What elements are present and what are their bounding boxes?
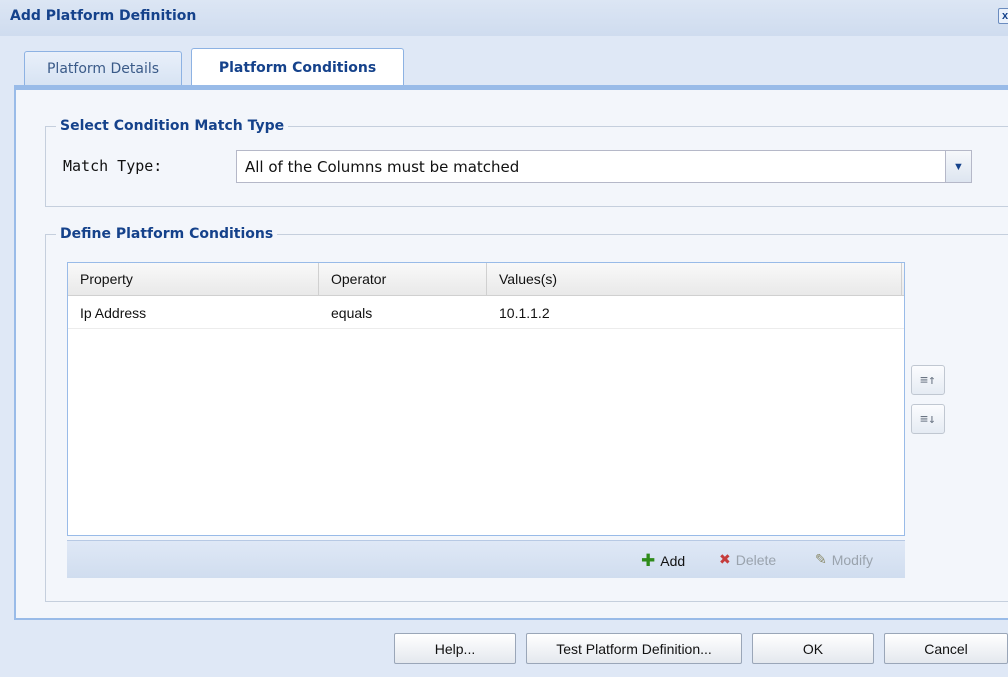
match-type-select[interactable]: All of the Columns must be matched ▼	[236, 150, 972, 183]
table-row[interactable]: Ip Address equals 10.1.1.2	[68, 297, 904, 329]
cell-operator: equals	[331, 305, 373, 321]
modify-button[interactable]: ✎ Modify	[815, 551, 873, 568]
add-button[interactable]: ✚ Add	[641, 551, 685, 571]
platform-conditions-legend: Define Platform Conditions	[60, 226, 274, 242]
match-type-value: All of the Columns must be matched	[245, 158, 520, 176]
cancel-button[interactable]: Cancel	[884, 633, 1008, 664]
dialog-title: Add Platform Definition	[10, 8, 197, 24]
cell-property: Ip Address	[80, 305, 147, 321]
column-header-values[interactable]: Values(s)	[487, 263, 902, 296]
tab-platform-details[interactable]: Platform Details	[24, 51, 182, 85]
pencil-icon: ✎	[815, 551, 827, 567]
delete-label: Delete	[735, 551, 777, 568]
chevron-down-icon[interactable]: ▼	[945, 151, 971, 182]
add-label: Add	[660, 553, 686, 569]
delete-icon: ✖	[719, 551, 731, 567]
cell-value: 10.1.1.2	[499, 305, 550, 321]
close-icon[interactable]: x	[998, 8, 1008, 24]
plus-icon: ✚	[641, 551, 656, 570]
move-down-icon[interactable]: ≡↓	[911, 404, 945, 434]
grid-toolbar: ✚ Add ✖ Delete ✎ Modify	[67, 540, 905, 578]
delete-button[interactable]: ✖ Delete	[719, 551, 776, 568]
conditions-grid: Property Operator Values(s) Ip Address e…	[67, 262, 905, 536]
tab-platform-conditions[interactable]: Platform Conditions	[191, 48, 404, 86]
column-header-operator[interactable]: Operator	[319, 263, 487, 296]
match-type-label: Match Type:	[63, 157, 163, 175]
dialog-titlebar: Add Platform Definition x	[0, 0, 1008, 36]
column-header-property[interactable]: Property	[68, 263, 319, 296]
modify-label: Modify	[831, 551, 873, 568]
help-button[interactable]: Help...	[394, 633, 516, 664]
ok-button[interactable]: OK	[752, 633, 874, 664]
test-platform-definition-button[interactable]: Test Platform Definition...	[526, 633, 742, 664]
move-up-icon[interactable]: ≡↑	[911, 365, 945, 395]
add-platform-dialog: Add Platform Definition x Platform Detai…	[0, 0, 1008, 677]
grid-header: Property Operator Values(s)	[68, 263, 904, 296]
match-type-legend: Select Condition Match Type	[60, 118, 285, 134]
